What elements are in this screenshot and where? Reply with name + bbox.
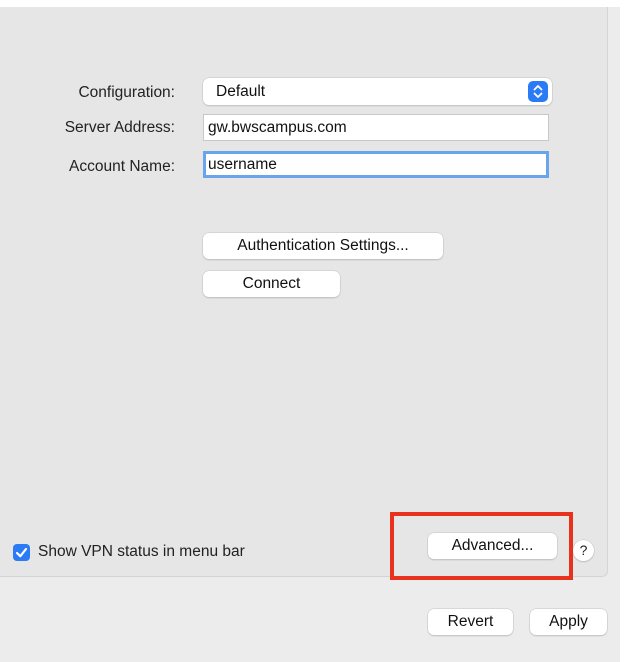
help-button[interactable]: ? xyxy=(573,540,594,561)
show-vpn-status-checkbox[interactable] xyxy=(13,544,30,561)
account-name-field[interactable]: username xyxy=(203,151,549,178)
connect-button[interactable]: Connect xyxy=(203,271,340,297)
window-right-edge xyxy=(620,0,628,662)
configuration-select-value: Default xyxy=(216,83,266,100)
revert-button[interactable]: Revert xyxy=(428,609,513,635)
window-top-edge xyxy=(0,0,628,7)
configuration-select[interactable]: Default xyxy=(203,78,552,105)
authentication-settings-button[interactable]: Authentication Settings... xyxy=(203,233,443,259)
server-address-field[interactable]: gw.bwscampus.com xyxy=(203,114,549,141)
chevron-up-down-icon xyxy=(528,81,548,102)
vpn-settings-panel: Configuration: Default Server Address: g… xyxy=(0,7,608,580)
show-vpn-status-label: Show VPN status in menu bar xyxy=(38,543,245,560)
checkmark-icon xyxy=(15,547,28,558)
account-name-label: Account Name: xyxy=(69,158,175,175)
apply-button[interactable]: Apply xyxy=(530,609,607,635)
vpn-preferences-window: Configuration: Default Server Address: g… xyxy=(0,0,628,662)
configuration-label: Configuration: xyxy=(78,84,175,101)
server-address-label: Server Address: xyxy=(64,119,175,136)
highlight-annotation-box xyxy=(390,512,573,580)
